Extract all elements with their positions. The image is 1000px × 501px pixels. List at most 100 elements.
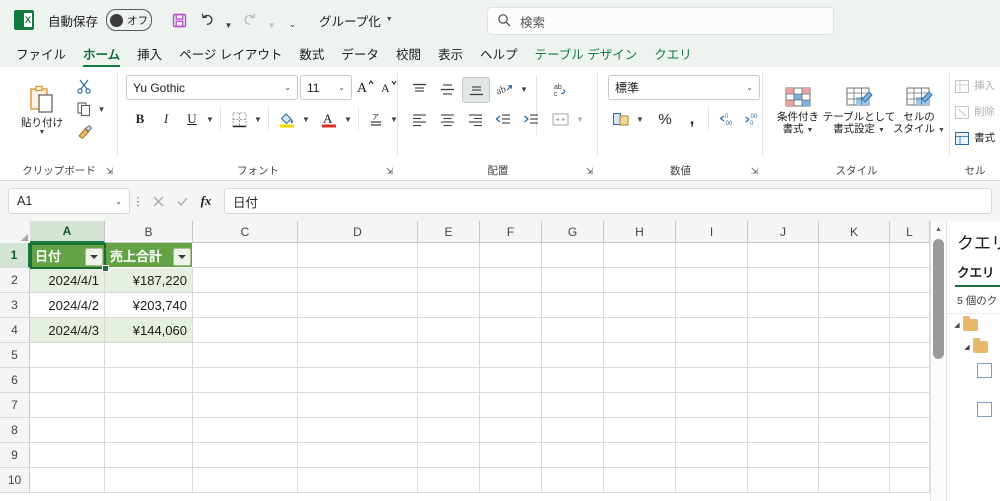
row-header-4[interactable]: 4 [0,318,30,343]
wrap-text-button[interactable]: ab c [546,77,576,101]
redo-button[interactable] [237,7,263,33]
cell-F5[interactable] [480,343,542,368]
cell-A5[interactable] [30,343,105,368]
cell-G3[interactable] [542,293,604,318]
column-header-l[interactable]: L [890,221,930,243]
search-input[interactable]: 検索 [520,12,545,31]
cell-G8[interactable] [542,418,604,443]
format-cells-button[interactable]: 書式 [954,127,1000,149]
query-sheet-item-1[interactable] [947,358,1000,383]
row-header-3[interactable]: 3 [0,293,30,318]
tab-review[interactable]: 校閲 [388,41,429,66]
cell-K9[interactable] [819,443,890,468]
cell-I6[interactable] [676,368,748,393]
cell-E9[interactable] [418,443,480,468]
cell-K10[interactable] [819,468,890,493]
cell-G5[interactable] [542,343,604,368]
name-box[interactable]: A1 ⌄ [8,188,130,214]
font-dialog-launcher[interactable]: ⇲ [384,166,395,177]
font-size-combo[interactable]: 11 ⌄ [300,75,352,100]
select-all-corner[interactable] [0,221,31,244]
tab-formulas[interactable]: 数式 [291,41,332,66]
cell-G2[interactable] [542,268,604,293]
cell-J4[interactable] [748,318,819,343]
cell-B6[interactable] [105,368,193,393]
font-color-button[interactable]: A [316,107,342,131]
cell-C8[interactable] [193,418,298,443]
cell-L2[interactable] [890,268,930,293]
cell-H10[interactable] [604,468,676,493]
percent-format-button[interactable]: % [652,107,678,131]
cell-A6[interactable] [30,368,105,393]
cell-K5[interactable] [819,343,890,368]
cell-E2[interactable] [418,268,480,293]
tab-home[interactable]: ホーム [75,41,128,66]
align-middle-button[interactable] [434,77,460,101]
cell-I10[interactable] [676,468,748,493]
filter-button-date[interactable] [85,248,103,266]
cell-D4[interactable] [298,318,418,343]
query-sheet-item-2[interactable] [947,397,1000,422]
column-header-f[interactable]: F [480,221,542,243]
formula-input[interactable]: 日付 [224,188,992,214]
group-button[interactable]: グループ化 ▼ [313,8,399,33]
row-header-2[interactable]: 2 [0,268,30,293]
copy-button[interactable] [72,98,96,120]
scroll-up-arrow[interactable]: ▲ [931,221,946,237]
tab-view[interactable]: 表示 [430,41,471,66]
formula-bar-options-button[interactable]: ⋮ [130,195,146,208]
increase-font-size-button[interactable]: A [354,75,376,98]
cell-D9[interactable] [298,443,418,468]
column-header-i[interactable]: I [676,221,748,243]
clipboard-dialog-launcher[interactable]: ⇲ [104,166,115,177]
cell-D8[interactable] [298,418,418,443]
row-header-6[interactable]: 6 [0,368,30,393]
cell-F2[interactable] [480,268,542,293]
align-left-button[interactable] [406,107,432,131]
row-header-5[interactable]: 5 [0,343,30,368]
cell-L10[interactable] [890,468,930,493]
cell-I9[interactable] [676,443,748,468]
delete-cells-button[interactable]: 削除 [954,101,1000,123]
cell-E10[interactable] [418,468,480,493]
italic-button[interactable]: I [154,107,178,131]
cell-E7[interactable] [418,393,480,418]
redo-dropdown-caret[interactable]: ▼ [265,4,278,37]
queries-tab[interactable]: クエリ [947,256,1000,285]
save-button[interactable] [166,7,192,33]
query-folder-item[interactable]: ◢ [947,314,1000,336]
cell-D7[interactable] [298,393,418,418]
cell-F9[interactable] [480,443,542,468]
cell-I7[interactable] [676,393,748,418]
cell-H1[interactable] [604,243,676,268]
cell-A9[interactable] [30,443,105,468]
cell-F4[interactable] [480,318,542,343]
decrease-indent-button[interactable] [490,107,516,131]
cell-K2[interactable] [819,268,890,293]
cell-C3[interactable] [193,293,298,318]
comma-format-button[interactable]: , [680,107,704,137]
table-cell-date-1[interactable]: 2024/4/1 [30,268,105,293]
align-top-button[interactable] [406,77,432,101]
column-header-h[interactable]: H [604,221,676,243]
tab-data[interactable]: データ [333,41,387,66]
cell-A10[interactable] [30,468,105,493]
merge-cells-button[interactable] [546,107,574,131]
cell-L6[interactable] [890,368,930,393]
cell-L1[interactable] [890,243,930,268]
cell-H4[interactable] [604,318,676,343]
currency-format-button[interactable] [608,107,634,131]
cell-B7[interactable] [105,393,193,418]
insert-function-button[interactable]: fx [194,189,218,213]
cell-J1[interactable] [748,243,819,268]
cell-J3[interactable] [748,293,819,318]
cell-I1[interactable] [676,243,748,268]
confirm-edit-button[interactable] [170,189,194,213]
orientation-dropdown-caret[interactable]: ▼ [518,77,530,101]
font-name-combo[interactable]: Yu Gothic ⌄ [126,75,298,100]
table-cell-total-1[interactable]: ¥187,220 [105,268,193,293]
cell-D10[interactable] [298,468,418,493]
cell-A8[interactable] [30,418,105,443]
cell-A7[interactable] [30,393,105,418]
query-subfolder-item[interactable]: ◢ [947,336,1000,358]
